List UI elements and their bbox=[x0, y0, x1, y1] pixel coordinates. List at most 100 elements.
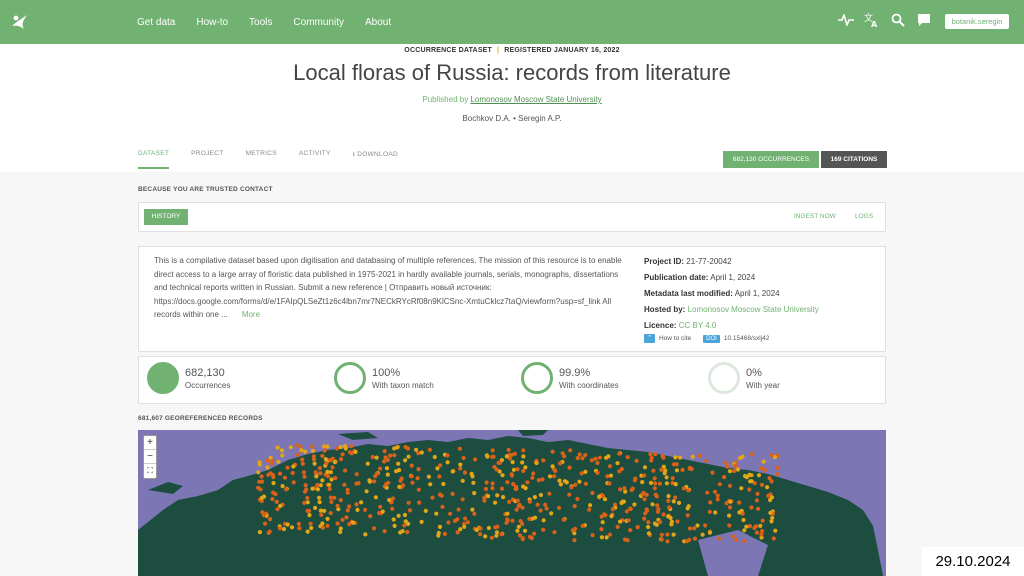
occurrence-dot bbox=[484, 453, 489, 458]
occurrence-dot bbox=[340, 452, 345, 457]
history-button[interactable]: HISTORY bbox=[144, 209, 188, 225]
occurrence-dot bbox=[345, 490, 350, 495]
gbif-logo-icon[interactable] bbox=[10, 12, 30, 32]
occurrence-dot bbox=[450, 469, 455, 474]
more-link[interactable]: More bbox=[242, 310, 260, 319]
occurrence-dot bbox=[460, 497, 465, 502]
occurrence-dot bbox=[338, 529, 343, 535]
occurrence-dot bbox=[299, 448, 304, 453]
occurrence-dot bbox=[304, 487, 309, 492]
occurrence-dot bbox=[660, 453, 665, 459]
occurrence-dot bbox=[674, 462, 679, 467]
occurrence-dot bbox=[338, 457, 344, 462]
occurrence-dot bbox=[322, 444, 327, 449]
nav-how-to[interactable]: How-to bbox=[196, 17, 228, 28]
occurrence-dot bbox=[305, 500, 310, 505]
occurrence-dot bbox=[483, 534, 488, 539]
occurrence-dot bbox=[280, 484, 285, 489]
occurrence-dot bbox=[661, 512, 666, 517]
occurrence-dot bbox=[417, 500, 422, 505]
occurrence-dot bbox=[415, 476, 420, 481]
dataset-description: This is a compilative dataset based upon… bbox=[154, 254, 624, 322]
tab-project[interactable]: PROJECT bbox=[191, 150, 223, 169]
tab-metrics[interactable]: METRICS bbox=[246, 150, 277, 169]
occurrence-dot bbox=[624, 509, 629, 514]
logs-button[interactable]: LOGS bbox=[855, 213, 873, 220]
licence-link[interactable]: CC BY 4.0 bbox=[679, 321, 717, 330]
occurrence-dot bbox=[541, 527, 546, 532]
occurrence-dot bbox=[457, 446, 462, 451]
occurrence-dot bbox=[769, 479, 774, 484]
occurrence-dot bbox=[634, 458, 639, 463]
occurrence-dot bbox=[589, 458, 594, 463]
occurrence-dot bbox=[322, 448, 327, 453]
feedback-icon[interactable] bbox=[916, 12, 932, 28]
search-icon[interactable] bbox=[890, 12, 906, 28]
occurrence-dot bbox=[277, 526, 283, 531]
doi-value[interactable]: 10.15468/sxlj42 bbox=[724, 335, 770, 342]
occurrence-dot bbox=[593, 456, 598, 461]
occurrence-dot bbox=[690, 454, 695, 459]
occurrence-dot bbox=[671, 532, 676, 537]
occurrence-dot bbox=[385, 457, 390, 463]
stat-label: With year bbox=[746, 380, 780, 390]
occurrence-dot bbox=[552, 530, 557, 535]
occurrence-dot bbox=[495, 524, 500, 529]
occurrence-dot bbox=[579, 471, 584, 476]
occurrence-dot bbox=[317, 495, 322, 500]
occurrence-dot bbox=[561, 517, 566, 522]
occurrence-dot bbox=[759, 532, 764, 537]
stat-coordinates[interactable]: 99.9% With coordinates bbox=[521, 362, 619, 394]
occurrence-dot bbox=[419, 519, 424, 524]
occurrence-dot bbox=[704, 458, 709, 463]
occurrence-dot bbox=[712, 489, 718, 494]
nav-get-data[interactable]: Get data bbox=[137, 17, 175, 28]
hosted-by-link[interactable]: Lomonosov Moscow State University bbox=[688, 305, 819, 314]
stat-year[interactable]: 0% With year bbox=[708, 362, 780, 394]
occurrence-dot bbox=[646, 531, 651, 536]
activity-pulse-icon[interactable] bbox=[838, 12, 854, 28]
nav-about[interactable]: About bbox=[365, 17, 391, 28]
user-account-button[interactable]: botanik.seregin bbox=[945, 14, 1009, 29]
occurrence-dot bbox=[684, 539, 690, 544]
tab-dataset[interactable]: DATASET bbox=[138, 150, 170, 169]
stat-taxon-match[interactable]: 100% With taxon match bbox=[334, 362, 434, 394]
nav-community[interactable]: Community bbox=[293, 17, 344, 28]
ingest-now-button[interactable]: INGEST NOW bbox=[794, 213, 836, 220]
occurrence-dot bbox=[538, 492, 543, 498]
fullscreen-icon[interactable]: ⛶ bbox=[144, 464, 156, 478]
occurrence-dot bbox=[520, 521, 525, 527]
occurrence-dot bbox=[445, 453, 450, 458]
occurrence-dot bbox=[768, 510, 773, 515]
dataset-tabs: DATASET PROJECT METRICS ACTIVITY ⭳ DOWNL… bbox=[138, 150, 442, 169]
occurrence-dot bbox=[383, 482, 389, 487]
publisher-link[interactable]: Lomonosov Moscow State University bbox=[470, 95, 601, 104]
occurrence-dot bbox=[748, 479, 753, 484]
how-to-cite-link[interactable]: How to cite bbox=[659, 335, 691, 342]
occurrence-dot bbox=[599, 535, 604, 540]
citations-button[interactable]: 169 CITATIONS bbox=[821, 151, 887, 168]
translate-icon[interactable]: 文A bbox=[864, 12, 880, 28]
occurrences-button[interactable]: 682,130 OCCURRENCES bbox=[723, 151, 819, 168]
stat-occurrences[interactable]: 682,130 Occurrences bbox=[147, 362, 230, 394]
occurrence-dot bbox=[602, 497, 608, 502]
tab-download[interactable]: ⭳ DOWNLOAD bbox=[353, 150, 420, 169]
occurrence-dot bbox=[409, 474, 414, 479]
occurrence-dot bbox=[749, 451, 755, 457]
metadata-modified-row: Metadata last modified: April 1, 2024 bbox=[644, 286, 819, 302]
occurrence-dot bbox=[573, 482, 578, 487]
occurrence-map[interactable] bbox=[138, 430, 886, 576]
stat-value: 682,130 bbox=[185, 366, 225, 379]
occurrence-dot bbox=[332, 460, 337, 465]
occurrence-dot bbox=[398, 530, 403, 535]
nav-tools[interactable]: Tools bbox=[249, 17, 272, 28]
main-nav: Get data How-to Tools Community About bbox=[137, 0, 412, 44]
occurrence-dot bbox=[758, 523, 763, 528]
tab-activity[interactable]: ACTIVITY bbox=[299, 150, 331, 169]
zoom-out-button[interactable]: − bbox=[144, 450, 156, 464]
zoom-in-button[interactable]: + bbox=[144, 436, 156, 450]
occurrence-dot bbox=[305, 529, 310, 534]
occurrence-dot bbox=[626, 518, 631, 523]
licence-label: Licence: bbox=[644, 321, 677, 330]
occurrence-dot bbox=[775, 472, 780, 477]
